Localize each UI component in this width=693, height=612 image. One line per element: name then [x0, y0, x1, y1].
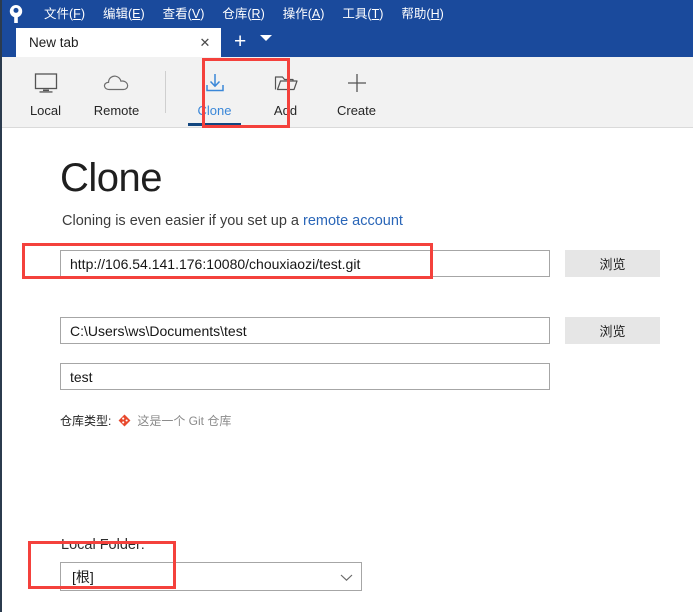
menu-item-help[interactable]: 帮助(H)	[392, 0, 452, 28]
repository-type-row: 仓库类型: 这是一个 Git 仓库	[60, 412, 231, 429]
plus-icon[interactable]: +	[234, 31, 246, 52]
source-url-input[interactable]: http://106.54.141.176:10080/chouxiaozi/t…	[60, 250, 550, 277]
toolbar-item-label: Clone	[197, 103, 232, 118]
toolbar-item-label: Create	[336, 103, 377, 118]
git-diamond-icon	[118, 414, 131, 427]
menu-item-actions[interactable]: 操作(A)	[274, 0, 334, 28]
menu-item-repository[interactable]: 仓库(R)	[213, 0, 273, 28]
folder-icon	[273, 68, 299, 98]
repository-name-value: test	[70, 368, 93, 385]
toolbar-item-remote[interactable]: Remote	[81, 57, 152, 127]
tab-label: New tab	[29, 35, 79, 50]
plus-icon	[345, 68, 369, 98]
menu-bar: 文件(F) 编辑(E) 查看(V) 仓库(R) 操作(A) 工具(T) 帮助(H…	[35, 0, 453, 28]
browse-destination-button[interactable]: 浏览	[565, 317, 660, 344]
menu-item-edit[interactable]: 编辑(E)	[94, 0, 154, 28]
toolbar-item-local[interactable]: Local	[10, 57, 81, 127]
repository-type-label: 仓库类型:	[60, 414, 112, 428]
download-icon	[203, 68, 227, 98]
app-logo-icon	[2, 0, 30, 28]
repository-type-value: 这是一个 Git 仓库	[137, 414, 232, 428]
page-subtitle-text: Cloning is even easier if you set up a	[62, 213, 303, 229]
close-icon[interactable]: ✕	[197, 35, 213, 51]
local-folder-label: Local Folder:	[61, 537, 145, 553]
toolbar-item-add[interactable]: Add	[250, 57, 321, 127]
destination-path-value: C:\Users\ws\Documents\test	[70, 322, 247, 339]
title-bar: 文件(F) 编辑(E) 查看(V) 仓库(R) 操作(A) 工具(T) 帮助(H…	[2, 0, 693, 28]
toolbar-divider	[165, 71, 166, 113]
clone-panel: Clone Cloning is even easier if you set …	[2, 128, 693, 612]
chevron-down-icon[interactable]	[260, 29, 273, 47]
remote-account-link[interactable]: remote account	[303, 213, 403, 229]
menu-item-tools[interactable]: 工具(T)	[333, 0, 392, 28]
main-toolbar: Local Remote Clone Add Create	[2, 57, 693, 128]
toolbar-item-label: Local	[29, 103, 62, 118]
browse-source-button[interactable]: 浏览	[565, 250, 660, 277]
toolbar-item-clone[interactable]: Clone	[179, 57, 250, 127]
tab-new-tab[interactable]: New tab ✕	[16, 28, 221, 57]
active-tab-indicator	[188, 123, 241, 126]
toolbar-item-label: Remote	[93, 103, 140, 118]
destination-path-input[interactable]: C:\Users\ws\Documents\test	[60, 317, 550, 344]
toolbar-item-label: Add	[273, 103, 298, 118]
menu-item-view[interactable]: 查看(V)	[154, 0, 214, 28]
chevron-down-icon	[340, 569, 353, 585]
source-url-value: http://106.54.141.176:10080/chouxiaozi/t…	[70, 255, 361, 272]
toolbar-item-create[interactable]: Create	[321, 57, 392, 127]
monitor-icon	[33, 68, 59, 98]
tab-strip: New tab ✕ +	[2, 28, 693, 57]
page-subtitle: Cloning is even easier if you set up a r…	[62, 213, 403, 229]
repository-name-input[interactable]: test	[60, 363, 550, 390]
local-folder-value: [根]	[72, 568, 94, 585]
menu-item-file[interactable]: 文件(F)	[35, 0, 94, 28]
page-title: Clone	[60, 156, 163, 200]
cloud-icon	[102, 68, 132, 98]
local-folder-select[interactable]: [根]	[60, 562, 362, 591]
app-window: 文件(F) 编辑(E) 查看(V) 仓库(R) 操作(A) 工具(T) 帮助(H…	[0, 0, 693, 612]
